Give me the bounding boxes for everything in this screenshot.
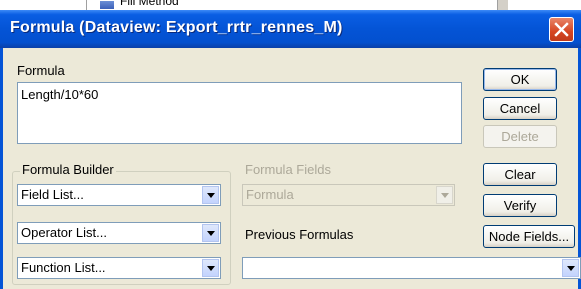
background-scrollbar [498, 0, 508, 10]
chevron-down-icon[interactable] [202, 259, 219, 277]
node-fields-button[interactable]: Node Fields... [483, 225, 575, 248]
title-bar[interactable]: Formula (Dataview: Export_rrtr_rennes_M) [0, 10, 581, 48]
formula-builder-label: Formula Builder [20, 162, 116, 177]
operator-list-dropdown[interactable]: Operator List... [17, 222, 221, 244]
background-window-text: Fill Method [120, 0, 179, 8]
chevron-down-icon[interactable] [202, 224, 219, 242]
clear-button[interactable]: Clear [483, 163, 557, 186]
previous-formulas-label: Previous Formulas [245, 227, 354, 242]
operator-list-value: Operator List... [21, 225, 107, 240]
window-title: Formula (Dataview: Export_rrtr_rennes_M) [10, 19, 343, 36]
field-list-value: Field List... [21, 187, 84, 202]
formula-fields-label: Formula Fields [245, 162, 331, 177]
cancel-button[interactable]: Cancel [483, 97, 557, 120]
delete-button[interactable]: Delete [483, 125, 557, 148]
chevron-down-icon[interactable] [562, 259, 579, 277]
chevron-down-icon [436, 186, 453, 204]
formula-fields-value: Formula [246, 187, 294, 202]
formula-label: Formula [17, 63, 65, 78]
formula-fields-dropdown[interactable]: Formula [242, 184, 455, 206]
fill-method-icon [100, 1, 114, 9]
function-list-dropdown[interactable]: Function List... [17, 257, 221, 279]
previous-formulas-dropdown[interactable] [242, 257, 581, 279]
verify-button[interactable]: Verify [483, 194, 557, 217]
field-list-dropdown[interactable]: Field List... [17, 184, 221, 206]
function-list-value: Function List... [21, 260, 106, 275]
close-icon [554, 22, 569, 37]
chevron-down-icon[interactable] [202, 186, 219, 204]
ok-button[interactable]: OK [483, 68, 557, 91]
formula-textarea[interactable]: Length/10*60 [17, 82, 462, 144]
background-window-strip: Fill Method [0, 0, 581, 10]
close-button[interactable] [549, 17, 574, 42]
